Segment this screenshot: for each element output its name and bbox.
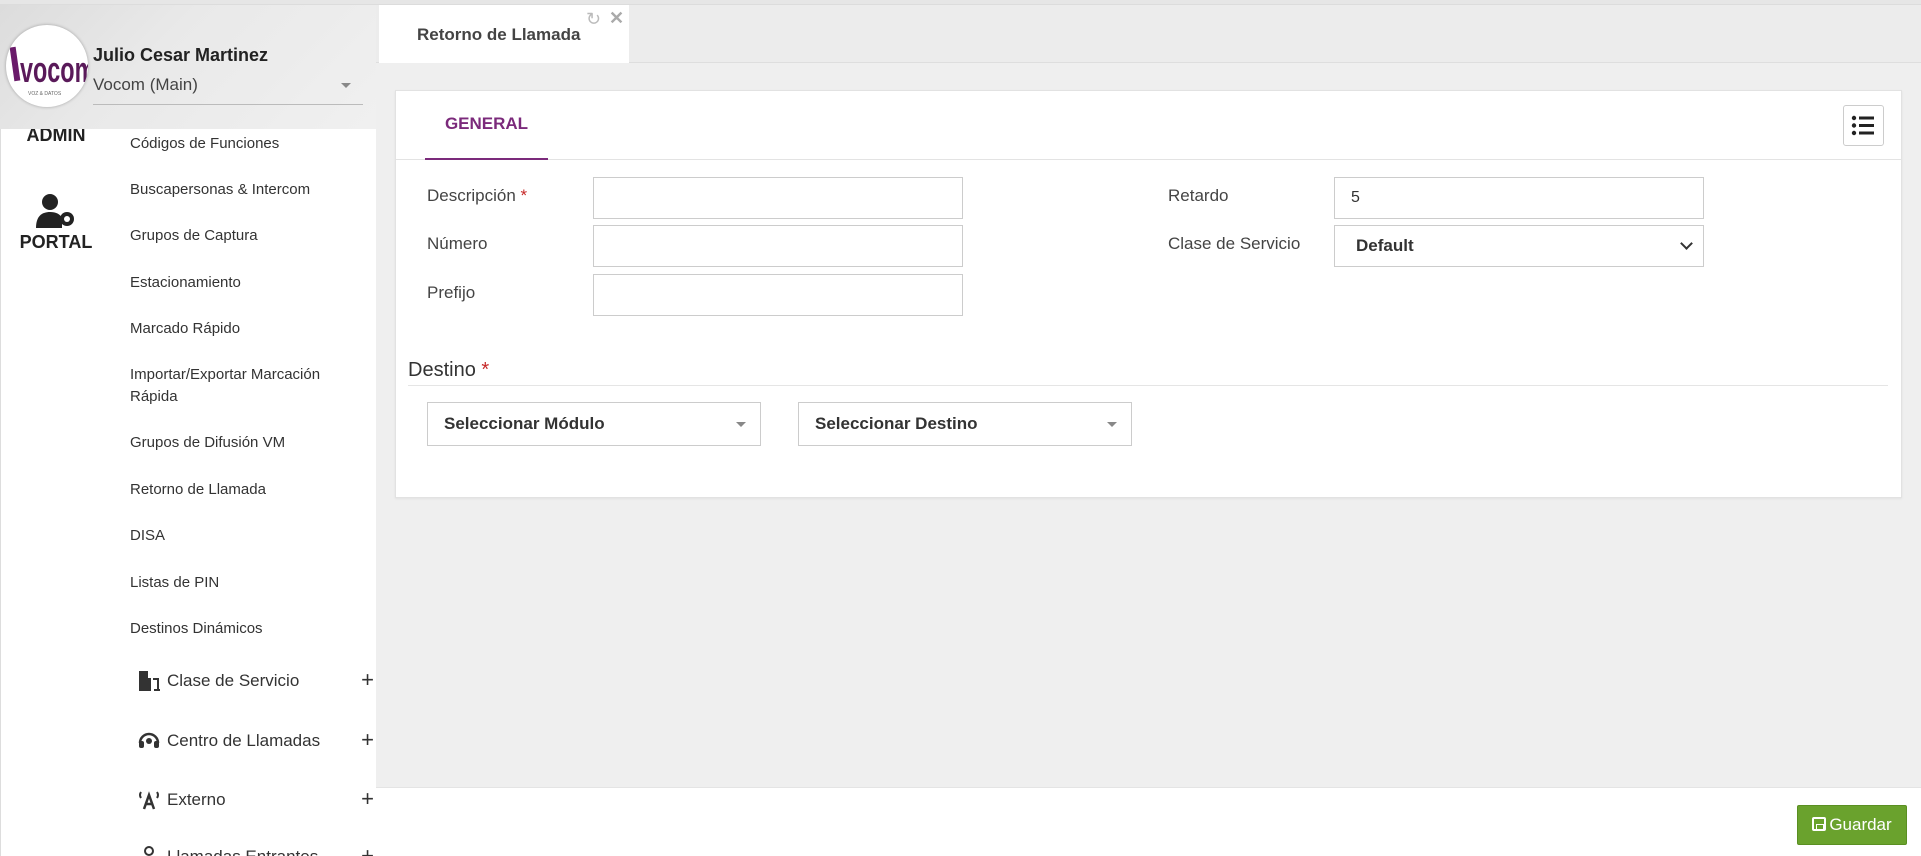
user-name: Julio Cesar Martinez <box>93 45 269 65</box>
menu-importar-exportar[interactable]: Importar/Exportar Marcación Rápida <box>130 364 330 408</box>
group-centro-llamadas[interactable]: Centro de Llamadas + <box>136 727 374 755</box>
pin-icon <box>144 846 154 856</box>
list-icon <box>1851 115 1874 136</box>
required-mark: * <box>481 359 490 381</box>
group-label: Externo <box>167 790 226 809</box>
tab-general[interactable]: GENERAL <box>425 91 548 160</box>
menu-retorno-llamada[interactable]: Retorno de Llamada <box>130 479 370 501</box>
group-label: Clase de Servicio <box>167 671 300 690</box>
select-destino-dropdown[interactable]: Seleccionar Destino <box>798 402 1132 446</box>
floppy-disk-icon <box>1812 817 1827 831</box>
group-label: Llamadas Entrantes <box>167 847 318 856</box>
tenant-selector[interactable]: Vocom (Main) <box>93 75 363 105</box>
menu-marcado-rapido[interactable]: Marcado Rápido <box>130 318 370 340</box>
tab-strip: Retorno de Llamada ↻ ✕ <box>376 5 1921 63</box>
destino-title-text: Destino <box>408 359 476 381</box>
select-destino-label: Seleccionar Destino <box>815 414 978 433</box>
caret-down-icon <box>1107 422 1117 427</box>
plus-icon[interactable]: + <box>361 786 374 812</box>
plus-icon[interactable]: + <box>361 843 374 856</box>
plus-icon[interactable]: + <box>361 667 374 693</box>
tab-retorno-llamada[interactable]: Retorno de Llamada ↻ ✕ <box>379 5 629 63</box>
menu-grupos-difusion[interactable]: Grupos de Difusión VM <box>130 432 370 454</box>
antenna-icon <box>139 791 159 810</box>
save-button[interactable]: Guardar <box>1797 805 1907 845</box>
close-icon[interactable]: ✕ <box>609 8 624 29</box>
list-menu-button[interactable] <box>1843 105 1884 146</box>
refresh-icon[interactable]: ↻ <box>586 9 601 30</box>
icon-rail: ADMIN PORTAL <box>0 5 110 856</box>
menu-listas-pin[interactable]: Listas de PIN <box>130 572 370 594</box>
svg-text:VOZ & DATOS: VOZ & DATOS <box>28 91 62 97</box>
menu-destinos-dinamicos[interactable]: Destinos Dinámicos <box>130 618 370 640</box>
menu-grupos-captura[interactable]: Grupos de Captura <box>130 225 370 247</box>
tab-label: Retorno de Llamada <box>417 25 581 44</box>
menu-buscapersonas[interactable]: Buscapersonas & Intercom <box>130 179 370 201</box>
numero-input[interactable] <box>593 225 963 267</box>
menu-codigos-funciones[interactable]: Códigos de Funciones <box>130 133 370 155</box>
footer-bar: Guardar <box>376 787 1921 856</box>
save-label: Guardar <box>1829 815 1892 834</box>
profile-header: vocom VOZ & DATOS Julio Cesar Martinez V… <box>0 5 376 129</box>
caret-down-icon <box>341 83 351 88</box>
descripcion-label-text: Descripción <box>427 186 516 205</box>
portal-label: PORTAL <box>19 232 93 252</box>
section-divider <box>408 385 1888 386</box>
destino-title: Destino * <box>408 359 489 382</box>
group-llamadas-entrantes[interactable]: Llamadas Entrantes + <box>136 843 374 856</box>
clase-servicio-value: Default <box>1356 236 1414 255</box>
group-externo[interactable]: Externo + <box>136 786 374 814</box>
numero-label: Número <box>427 234 488 253</box>
door-icon <box>139 671 160 691</box>
prefijo-label: Prefijo <box>427 283 476 302</box>
rail-portal[interactable]: PORTAL <box>1 192 111 253</box>
group-clase-servicio[interactable]: Clase de Servicio + <box>136 667 374 695</box>
menu-estacionamiento[interactable]: Estacionamiento <box>130 272 370 294</box>
required-mark: * <box>520 186 528 205</box>
vocom-logo: vocom VOZ & DATOS <box>9 46 88 97</box>
select-modulo-label: Seleccionar Módulo <box>444 414 605 433</box>
clase-servicio-label: Clase de Servicio <box>1168 234 1301 253</box>
plus-icon[interactable]: + <box>361 727 374 753</box>
clase-servicio-select[interactable]: Default <box>1334 225 1704 267</box>
descripcion-label: Descripción * <box>427 186 527 206</box>
card-tabs: GENERAL <box>396 91 1901 160</box>
prefijo-input[interactable] <box>593 274 963 316</box>
group-label: Centro de Llamadas <box>167 731 321 750</box>
chevron-down-icon <box>1680 237 1693 250</box>
svg-text:vocom: vocom <box>20 51 88 90</box>
retardo-input[interactable] <box>1334 177 1704 219</box>
descripcion-input[interactable] <box>593 177 963 219</box>
retardo-label: Retardo <box>1168 186 1229 205</box>
form-card: GENERAL Descripción * Número Prefijo Ret… <box>395 90 1902 498</box>
caret-down-icon <box>736 422 746 427</box>
select-modulo-dropdown[interactable]: Seleccionar Módulo <box>427 402 761 446</box>
menu-disa[interactable]: DISA <box>130 525 370 547</box>
user-gear-icon <box>36 194 74 228</box>
avatar[interactable]: vocom VOZ & DATOS <box>6 25 88 107</box>
tenant-label: Vocom (Main) <box>93 75 198 94</box>
headset-icon <box>138 732 160 748</box>
submenu: Códigos de Funciones Buscapersonas & Int… <box>110 129 376 856</box>
